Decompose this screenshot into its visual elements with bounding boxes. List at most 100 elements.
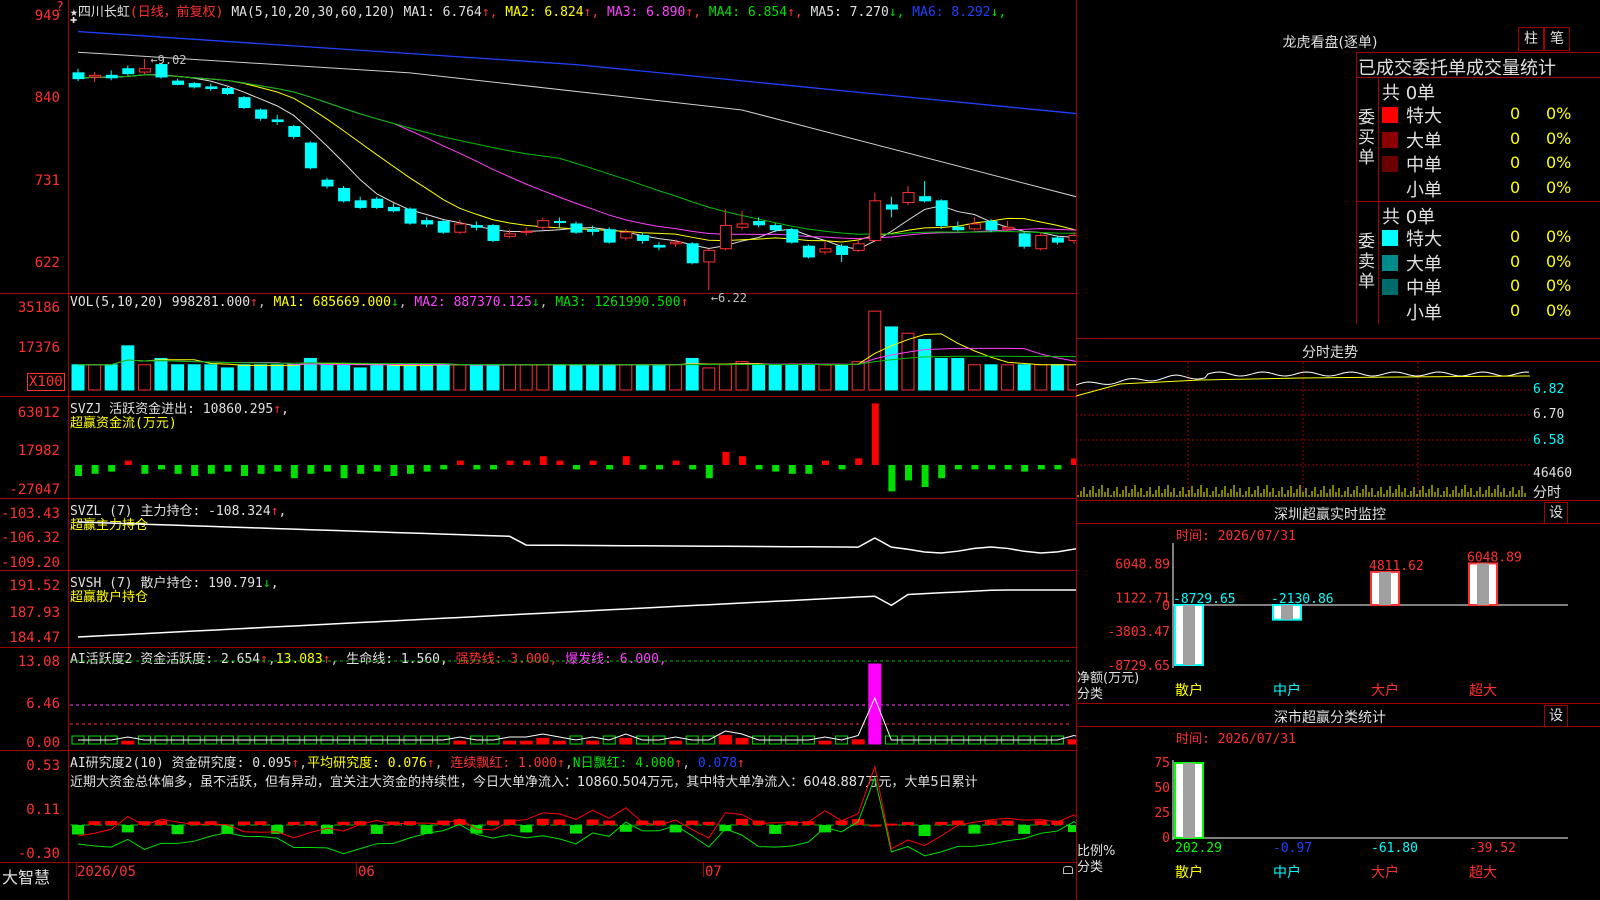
flow-bar [954,465,962,470]
volume-bar [220,367,234,391]
class-bar [1174,762,1204,839]
research-bar [935,821,948,825]
ma10-line [77,74,1076,243]
flow-bar [340,465,348,479]
flow-bar [523,460,531,465]
candle-body [238,97,251,109]
volume-bar [337,364,351,391]
monitor-set-btn[interactable]: 设 [1544,502,1568,524]
flow-bar [705,465,713,479]
stats-row-count: 0 [1510,177,1521,197]
stats-row-name: 小单 [1406,179,1442,201]
stats-row-pct: 0% [1546,251,1572,271]
monitor-category: 中户 [1273,682,1301,699]
flow-bar [307,465,315,474]
monitor-bar-label: 6048.89 [1467,550,1522,565]
flow-bar [788,465,796,474]
active-bar [453,740,467,745]
stats-row-name: 大单 [1406,130,1442,152]
class-category: 中户 [1273,864,1301,881]
candle-body [670,241,683,245]
research-bar [686,820,699,825]
class-value: -39.52 [1469,841,1516,856]
stats-row-name: 特大 [1406,106,1442,127]
research-bar [968,825,981,834]
monitor-bar-shade [1183,605,1195,665]
btn-zhu[interactable]: 柱 [1518,27,1544,51]
volume-bar [851,361,865,391]
flow-bar [241,465,248,476]
legend-swatch [1382,303,1398,320]
research-bar [918,825,931,836]
volume-bar [503,364,517,391]
volume-bar [918,339,932,391]
flow-bar [689,465,697,470]
stats-row-count: 0 [1510,227,1521,246]
volume-bar [204,364,218,391]
flow-bar [224,465,232,472]
flow-bar [921,465,929,487]
stats-row-name: 小单 [1406,302,1442,324]
flow-bar [174,465,182,474]
monitor-ytick: 1122.71 [1115,591,1170,606]
candle-body [985,220,998,231]
active-bar [121,740,135,745]
kline-chart-svg[interactable]: ←9.02 ←6.22 [0,0,1076,900]
volume-bar [868,310,882,391]
monitor-category: 大户 [1371,682,1399,699]
research-bar [121,825,134,833]
volume-bar [386,364,400,391]
volume-bar [652,364,666,391]
flow-bar [639,465,647,470]
volume-bar [752,364,766,391]
candle-body [255,109,268,119]
flow-bar [805,465,813,474]
volume-bar [835,364,849,391]
monitor-bar-shade [1477,563,1489,605]
svzl-line [77,521,1076,554]
monitor-ytick: -3803.47 [1107,625,1170,640]
research-bar [702,821,715,825]
active-bar [735,737,749,745]
chart-right-border [1076,0,1077,900]
volume-bar [287,364,301,391]
candle-body [902,192,915,203]
research-bar [553,819,566,825]
volume-bar [453,364,467,391]
volume-bar [718,364,732,391]
flow-bar [838,465,846,470]
flow-bar [407,465,414,474]
research-bar [271,825,284,834]
btn-bi[interactable]: 笔 [1544,27,1570,51]
class-value: -61.80 [1371,841,1418,856]
candle-body [437,220,450,233]
class-set-btn[interactable]: 设 [1544,705,1568,727]
volume-bar [967,364,981,391]
monitor-title: 深圳超赢实时监控 [1274,507,1386,523]
candle-body [188,83,201,88]
flow-bar [1004,465,1012,470]
flow-bar [290,465,298,479]
intraday-tab[interactable]: 分时 [1533,482,1561,502]
intraday-y1: 6.70 [1533,407,1565,422]
stats-mid [1356,201,1600,202]
candle-body [487,225,500,241]
volume-bar [320,364,334,391]
legend-swatch [1382,279,1398,295]
volume-bar [669,364,683,391]
volume-bar [1017,364,1031,391]
flow-bar [888,465,896,492]
volume-bar [154,357,168,391]
research-bar [72,825,84,835]
active-bar [868,663,882,745]
class-head [1076,726,1600,727]
volume-bar [602,364,616,391]
stats-row-pct: 0% [1546,177,1572,197]
stats-row-pct: 0% [1546,276,1572,295]
monitor-ytick: 0 [1162,599,1170,614]
candle-body [1002,226,1015,230]
volume-bar [270,364,284,391]
candle-body [221,88,234,94]
flow-bar [456,460,464,465]
volume-bar [586,364,600,391]
